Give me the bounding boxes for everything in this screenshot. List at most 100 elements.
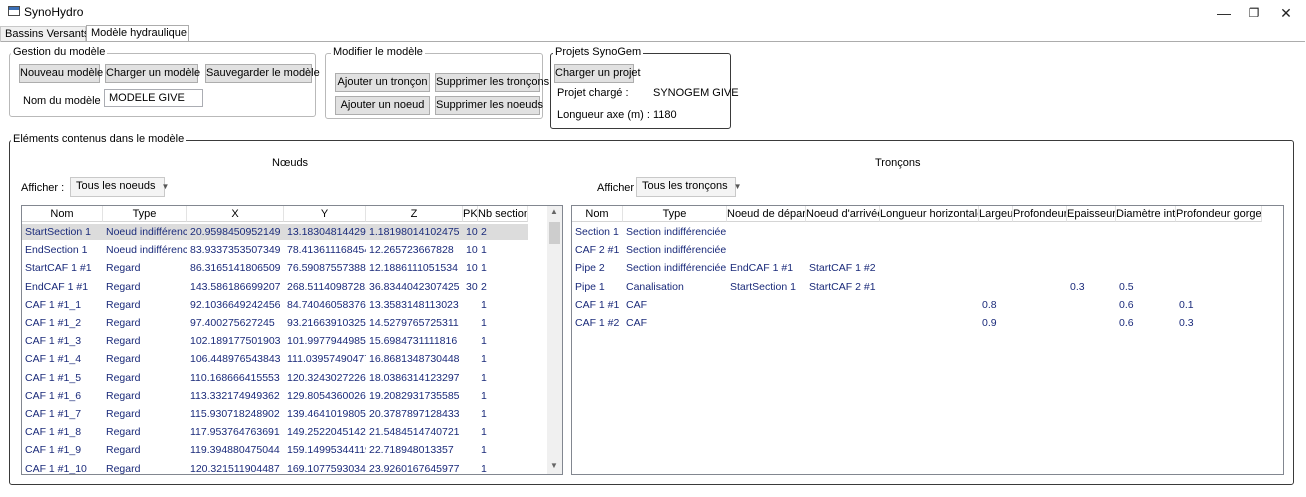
sections-cell-longueur-horizontale	[880, 297, 979, 313]
nodes-cell-type: Regard	[106, 371, 141, 384]
sections-cell-noeud-d-arrivee: StartCAF 2 #1	[809, 280, 876, 293]
sections-cell-diametre-int	[1116, 260, 1176, 276]
sections-cell-type: CAF	[626, 298, 647, 311]
sections-row[interactable]: CAF 1 #2 CAF 0.9 0.6 0.3	[572, 315, 1262, 331]
nodes-row[interactable]: CAF 1 #1_5 Regard 110.168666415553 120.3243…	[22, 370, 528, 386]
nodes-row[interactable]: StartCAF 1 #1 Regard 86.3165141806509 76.59…	[22, 260, 528, 276]
nodes-cell-nom: CAF 1 #1_6	[25, 389, 82, 402]
sections-cell-nom: CAF 2 #1	[575, 244, 620, 257]
nodes-header-nom[interactable]: Nom	[22, 206, 103, 222]
sections-cell-longueur-horizontale	[880, 279, 979, 295]
nodes-header-pk[interactable]: PK	[463, 206, 478, 222]
sections-row[interactable]: Section 1 Section indifférenciée	[572, 224, 1262, 240]
nodes-row[interactable]: StartSection 1 Noeud indifférencié20.9598…	[22, 224, 528, 240]
nodes-row[interactable]: CAF 1 #1_6 Regard 113.332174949362 129.8054…	[22, 388, 528, 404]
nodes-cell-nom: CAF 1 #1_5	[25, 371, 82, 384]
nodes-header-x[interactable]: X	[187, 206, 284, 222]
delete-sections-button[interactable]: Supprimer les tronçons	[435, 73, 549, 92]
sections-cell-profondeur-gorge: 0.1	[1179, 298, 1194, 311]
nodes-vertical-scrollbar[interactable]: ▲ ▼	[547, 206, 562, 474]
sections-header-profondeur[interactable]: Profondeur	[1013, 206, 1067, 222]
nodes-cell-pk: 300	[466, 280, 478, 293]
scroll-up-icon[interactable]: ▲	[550, 207, 558, 216]
title-bar: SynoHydro — ❐ ✕	[0, 0, 1306, 26]
nodes-row[interactable]: CAF 1 #1_9 Regard 119.394880475044 159.1499…	[22, 442, 528, 458]
nodes-row[interactable]: EndCAF 1 #1 Regard 143.586186699207 268.511…	[22, 279, 528, 295]
window-title: SynoHydro	[24, 5, 84, 19]
sections-table[interactable]: Nom Type Noeud de départ Noeud d'arrivée Lon…	[571, 205, 1284, 475]
nodes-row[interactable]: CAF 1 #1_3 Regard 102.189177501903 101.9977…	[22, 333, 528, 349]
sections-cell-nom: Pipe 1	[575, 280, 605, 293]
sections-row[interactable]: CAF 1 #1 CAF 0.8 0.6 0.1	[572, 297, 1262, 313]
new-model-button[interactable]: Nouveau modèle	[19, 64, 103, 83]
nodes-row[interactable]: CAF 1 #1_10 Regard 120.321511904487 169.107…	[22, 461, 528, 475]
nodes-cell-y: 13.183048144294	[287, 226, 366, 238]
nodes-cell-type: Noeud indifférencié	[106, 244, 187, 257]
nodes-scroll-thumb[interactable]	[549, 222, 560, 244]
sections-header-diametre-int[interactable]: Diamètre int.	[1116, 206, 1176, 222]
sections-header-type[interactable]: Type	[623, 206, 727, 222]
sections-cell-profondeur	[1013, 224, 1067, 240]
nodes-header-nb-sections[interactable]: Nb sections	[478, 206, 528, 222]
nodes-table[interactable]: NomTypeXYZPKNb sections StartSection 1 No…	[21, 205, 563, 475]
load-project-button[interactable]: Charger un projet	[554, 64, 641, 83]
sections-cell-noeud-d-arrivee	[806, 224, 880, 240]
nodes-cell-nb-sections: 2	[481, 226, 487, 238]
sections-header-nom[interactable]: Nom	[572, 206, 623, 222]
nodes-cell-pk	[463, 370, 478, 386]
sections-row[interactable]: Pipe 2 Section indifférenciée EndCAF 1 #1 S…	[572, 260, 1262, 276]
nodes-cell-x: 113.332174949362	[190, 389, 280, 402]
nodes-row[interactable]: CAF 1 #1_8 Regard 117.953764763691 149.2522…	[22, 424, 528, 440]
nodes-cell-nom: EndSection 1	[25, 244, 88, 257]
sections-cell-noeud-de-depart: EndCAF 1 #1	[730, 262, 794, 275]
nodes-cell-z: 21.5484514740721	[369, 426, 460, 439]
add-node-button[interactable]: Ajouter un noeud	[335, 96, 430, 115]
nodes-cell-pk	[463, 461, 478, 474]
delete-nodes-button[interactable]: Supprimer les noeuds	[435, 96, 543, 115]
scroll-down-icon[interactable]: ▼	[550, 461, 558, 470]
nodes-cell-y: 169.107759303421	[287, 462, 366, 475]
nodes-header-type[interactable]: Type	[103, 206, 187, 222]
nodes-cell-nom: CAF 1 #1_10	[25, 462, 87, 475]
sections-cell-profondeur-gorge: 0.3	[1179, 317, 1194, 329]
nodes-filter-dropdown[interactable]: Tous les noeuds ▼	[70, 177, 169, 197]
add-section-button[interactable]: Ajouter un tronçon	[335, 73, 430, 92]
nodes-header-z[interactable]: Z	[366, 206, 463, 222]
sections-row[interactable]: Pipe 1 Canalisation StartSection 1 StartCAF…	[572, 279, 1262, 295]
nodes-row[interactable]: EndSection 1 Noeud indifférencié83.933735…	[22, 242, 528, 258]
sections-header-noeud-de-depart[interactable]: Noeud de départ	[727, 206, 806, 222]
sections-header-epaisseur[interactable]: Epaisseur	[1067, 206, 1116, 222]
nodes-row[interactable]: CAF 1 #1_1 Regard 92.1036649242456 84.74046…	[22, 297, 528, 313]
sections-header-noeud-d-arrivee[interactable]: Noeud d'arrivée	[806, 206, 880, 222]
nodes-row[interactable]: CAF 1 #1_2 Regard 97.400275627245 93.216639…	[22, 315, 528, 331]
sections-cell-diametre-int: 0.5	[1119, 280, 1134, 293]
load-model-button[interactable]: Charger un modèle	[105, 64, 200, 83]
sections-row[interactable]: CAF 2 #1 Section indifférenciée	[572, 242, 1262, 258]
sections-cell-largeur	[979, 260, 1013, 276]
nodes-row[interactable]: CAF 1 #1_4 Regard 106.448976543843 111.0395…	[22, 351, 528, 367]
nodes-cell-type: Regard	[106, 389, 141, 402]
nodes-cell-type: Regard	[106, 426, 141, 439]
nodes-cell-z: 19.2082931735585	[369, 389, 460, 402]
sections-cell-epaisseur	[1067, 297, 1116, 313]
nodes-cell-type: Regard	[106, 408, 141, 420]
sections-filter-dropdown[interactable]: Tous les tronçons ▼	[636, 177, 742, 197]
sections-header-longueur-horizontale[interactable]: Longueur horizontale	[880, 206, 979, 222]
minimize-icon[interactable]: —	[1210, 3, 1238, 23]
model-name-field[interactable]: MODELE GIVE	[104, 89, 203, 107]
sections-title: Tronçons	[875, 157, 921, 169]
sections-header-profondeur-gorge[interactable]: Profondeur gorge	[1176, 206, 1262, 222]
sections-header-largeur[interactable]: Largeur	[979, 206, 1013, 222]
tab-bassins-versants[interactable]: Bassins Versants	[0, 26, 89, 42]
sections-cell-noeud-de-depart	[727, 315, 806, 331]
close-icon[interactable]: ✕	[1272, 3, 1300, 23]
sections-cell-type: Section indifférenciée	[626, 226, 727, 238]
nodes-cell-x: 97.400275627245	[190, 317, 275, 329]
save-model-button[interactable]: Sauvegarder le modèle	[205, 64, 320, 83]
sections-cell-nom: CAF 1 #2	[575, 317, 620, 329]
tab-modele-hydraulique[interactable]: Modèle hydraulique	[86, 25, 189, 42]
model-name-label: Nom du modèle :	[23, 95, 107, 107]
nodes-row[interactable]: CAF 1 #1_7 Regard 115.930718248902 139.4641…	[22, 406, 528, 422]
nodes-header-y[interactable]: Y	[284, 206, 366, 222]
restore-icon[interactable]: ❐	[1240, 3, 1268, 23]
